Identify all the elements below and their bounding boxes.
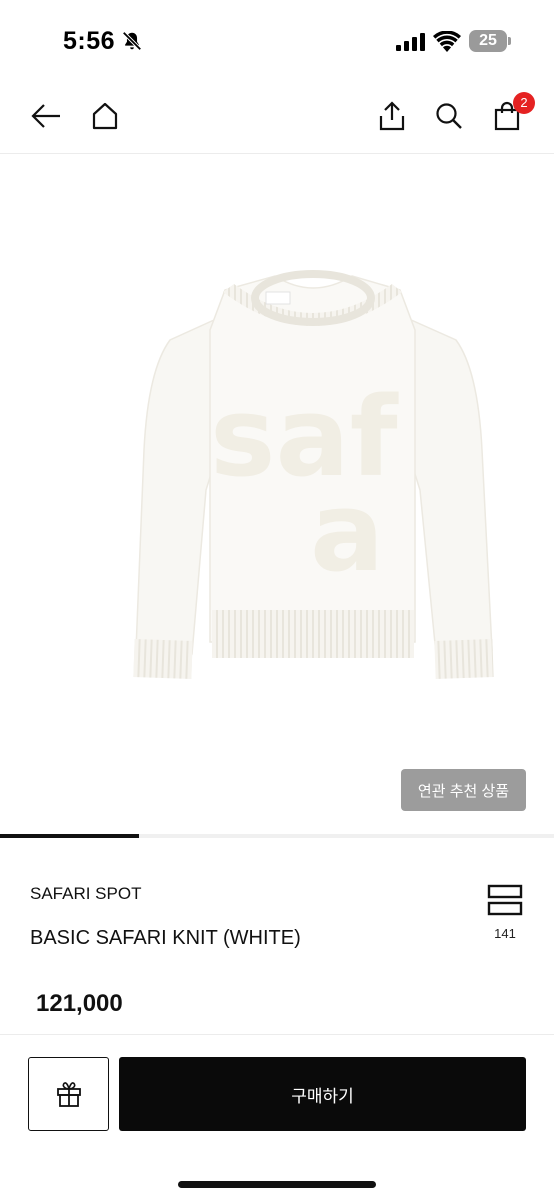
home-indicator bbox=[178, 1181, 376, 1188]
cart-count-badge: 2 bbox=[513, 92, 535, 114]
like-button[interactable]: 141 bbox=[484, 884, 526, 941]
battery-level: 25 bbox=[479, 32, 497, 49]
divider bbox=[0, 1034, 554, 1035]
cart-button[interactable]: 2 bbox=[489, 92, 535, 134]
product-image-carousel[interactable]: saf a 연관 추천 상품 bbox=[0, 155, 554, 838]
like-count: 141 bbox=[494, 926, 516, 941]
layers-icon bbox=[487, 884, 523, 916]
product-image: saf a bbox=[133, 270, 494, 680]
battery-icon: 25 bbox=[469, 30, 511, 52]
home-button[interactable] bbox=[87, 98, 123, 134]
product-price: 121,000 bbox=[36, 990, 123, 1017]
carousel-progress bbox=[0, 834, 554, 838]
share-button[interactable] bbox=[374, 98, 410, 134]
search-button[interactable] bbox=[431, 98, 467, 134]
home-icon bbox=[92, 102, 118, 130]
share-icon bbox=[379, 101, 405, 131]
back-arrow-icon bbox=[31, 104, 60, 128]
buy-button[interactable]: 구매하기 bbox=[119, 1057, 526, 1131]
related-products-button[interactable]: 연관 추천 상품 bbox=[401, 769, 526, 811]
status-bar: 5:56 25 bbox=[0, 0, 554, 80]
search-icon bbox=[436, 103, 462, 129]
product-title: BASIC SAFARI KNIT (WHITE) bbox=[30, 927, 301, 949]
carousel-progress-fill bbox=[0, 834, 139, 838]
back-button[interactable] bbox=[28, 98, 64, 134]
gift-icon bbox=[56, 1082, 81, 1107]
wifi-icon bbox=[433, 31, 461, 52]
nav-bar: 2 bbox=[0, 80, 554, 154]
svg-text:a: a bbox=[310, 468, 384, 596]
brand-name[interactable]: SAFARI SPOT bbox=[30, 884, 141, 904]
status-time: 5:56 bbox=[63, 27, 116, 55]
bell-off-icon bbox=[122, 31, 142, 51]
gift-button[interactable] bbox=[28, 1057, 109, 1131]
signal-icon bbox=[396, 33, 425, 51]
